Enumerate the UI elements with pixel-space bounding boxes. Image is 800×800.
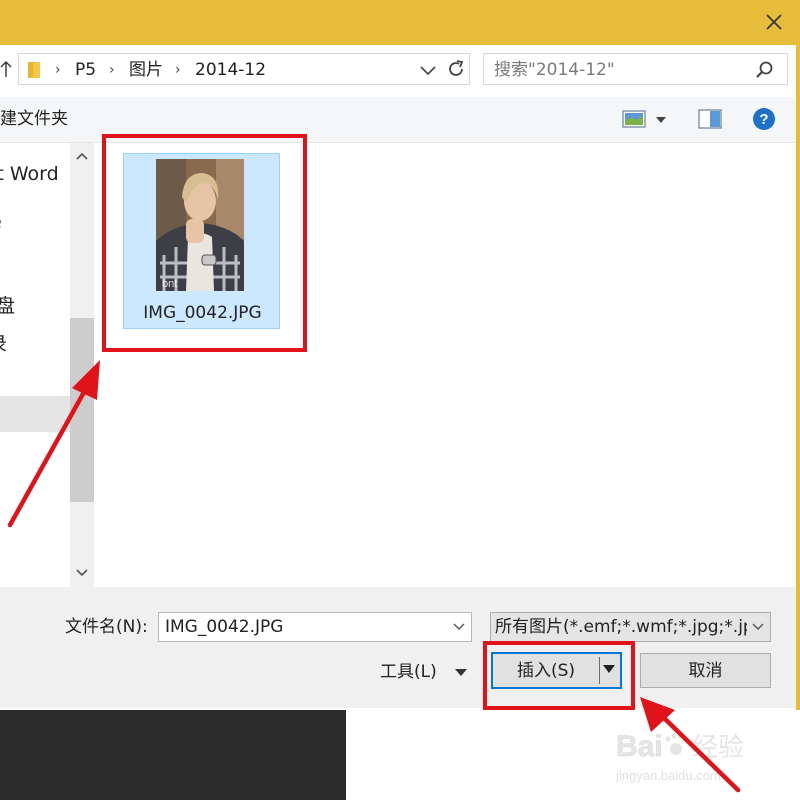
dialog-footer: 文件名(N): IMG_0042.JPG 所有图片(*.emf;*.wmf;*.… [0,587,800,708]
watermark-brand: Bai [616,730,663,763]
file-name-label: 文件名(N): [65,617,148,637]
search-input[interactable]: 搜索"2014-12" [483,53,788,85]
search-icon[interactable] [755,60,775,80]
search-placeholder: 搜索"2014-12" [494,60,615,80]
highlight-box-insert [483,641,635,710]
close-button[interactable] [758,8,790,36]
new-folder-button[interactable]: 新建文件夹 [0,109,68,129]
refresh-icon[interactable] [445,58,467,80]
svg-text:?: ? [759,111,768,128]
tools-dropdown-icon[interactable] [455,669,467,676]
cancel-button[interactable]: 取消 [640,653,771,688]
address-bar[interactable]: › P5 › 图片 › 2014-12 [18,53,470,85]
nav-item-word[interactable]: ft Word [0,163,59,185]
preview-pane-icon[interactable] [698,109,722,129]
breadcrumb-p5[interactable]: P5 [75,60,96,80]
window-border [796,0,800,710]
cancel-button-label: 取消 [688,661,723,681]
file-type-select[interactable]: 所有图片(*.emf;*.wmf;*.jpg;*.jpeg;*.jfif;*.j… [490,612,771,642]
watermark-url: jingyan.baidu.com [615,768,721,783]
navigation-pane: ft Word e 盘 录 [0,143,70,587]
title-bar [0,0,800,45]
scroll-up-icon[interactable] [76,151,88,161]
watermark-logo: Bai 经验 jingyan.baidu.com [615,730,744,783]
help-icon[interactable]: ? [752,107,776,131]
view-options-dropdown-icon[interactable] [656,117,666,123]
file-name-value: IMG_0042.JPG [165,617,284,637]
breadcrumb-2014-12[interactable]: 2014-12 [195,60,266,80]
nav-selected-row[interactable] [0,396,70,432]
address-row: › P5 › 图片 › 2014-12 搜索"2014-12" [0,45,800,97]
background-dark-area [0,710,346,800]
chevron-down-icon[interactable] [417,62,439,78]
close-icon [766,14,782,30]
breadcrumb-separator: › [109,62,115,78]
folder-icon [28,62,40,78]
scroll-down-icon[interactable] [76,568,88,578]
file-name-field[interactable]: IMG_0042.JPG [158,612,472,642]
change-view-icon[interactable] [622,110,646,128]
nav-item-disk[interactable]: 盘 [0,295,15,317]
tools-menu-button[interactable]: 工具(L) [380,662,437,682]
paw-icon [665,733,688,755]
chevron-down-icon[interactable] [453,623,465,631]
chevron-down-icon[interactable] [752,623,764,631]
nav-item-folder[interactable]: 录 [0,333,7,355]
breadcrumb-pictures[interactable]: 图片 [129,60,163,80]
breadcrumb-separator: › [175,62,181,78]
watermark-suffix: 经验 [692,733,744,763]
scrollbar-thumb[interactable] [70,318,94,502]
nav-scrollbar[interactable] [70,143,94,587]
nav-item-e[interactable]: e [0,211,2,233]
highlight-box-file [102,134,307,352]
breadcrumb-separator: › [55,62,61,78]
up-arrow-icon [0,61,12,77]
file-type-value: 所有图片(*.emf;*.wmf;*.jpg;*.jpeg;*.jfif;*.j… [495,617,747,637]
up-button[interactable] [0,59,14,81]
